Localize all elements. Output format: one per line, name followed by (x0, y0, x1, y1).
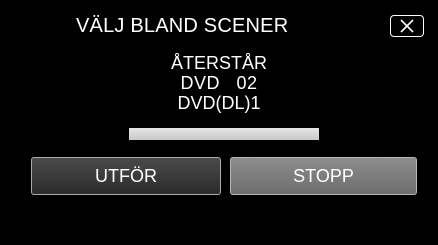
remaining-dvd-dl-count: DVD(DL)1 (177, 93, 261, 113)
dialog-screen: VÄLJ BLAND SCENER ÅTERSTÅR DVD 02 DVD(DL… (0, 0, 438, 245)
dialog-title: VÄLJ BLAND SCENER (76, 15, 289, 37)
remaining-label: ÅTERSTÅR (170, 53, 267, 73)
progress-bar-fill (129, 128, 319, 140)
stop-button[interactable]: STOPP (230, 157, 417, 195)
progress-bar (129, 128, 319, 140)
remaining-dvd-count: DVD 02 (180, 73, 258, 93)
close-button[interactable] (390, 15, 424, 37)
execute-button[interactable]: UTFÖR (31, 157, 221, 195)
remaining-status: ÅTERSTÅR DVD 02 DVD(DL)1 (0, 53, 438, 113)
close-x-icon (400, 19, 414, 33)
